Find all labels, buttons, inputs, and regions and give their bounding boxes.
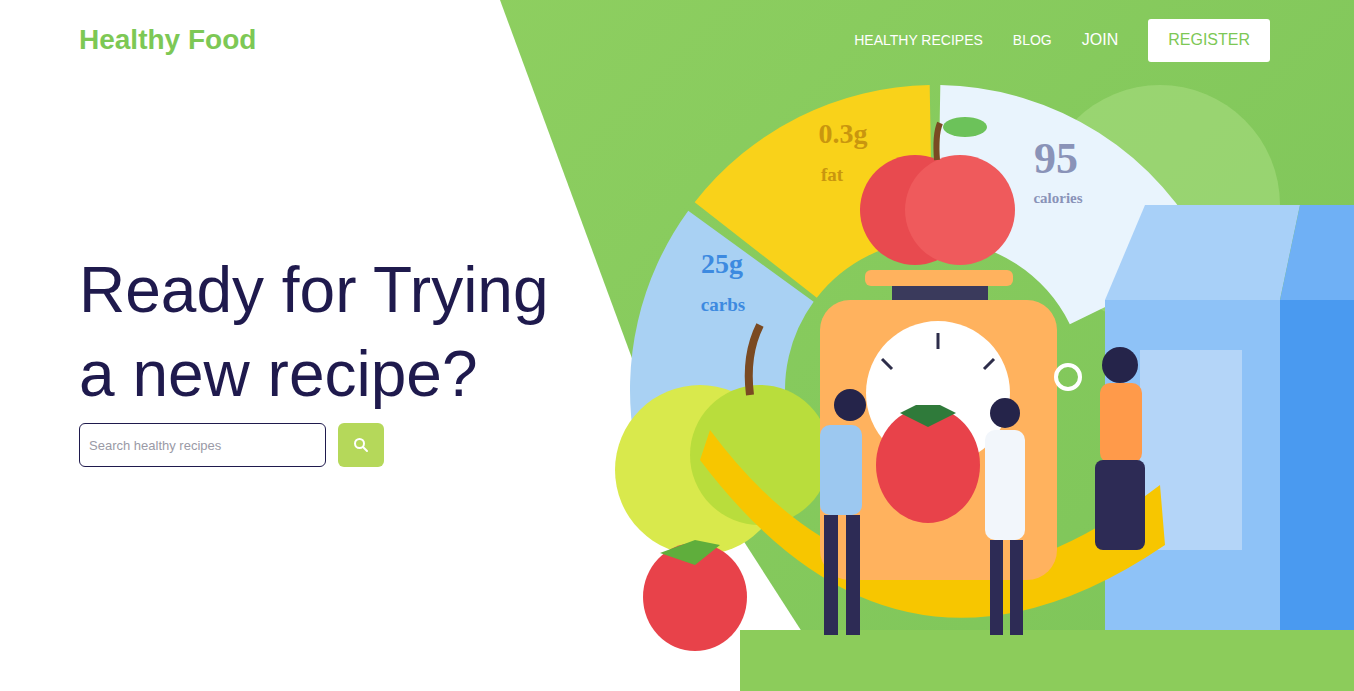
landing-page: 0.3g fat 95 calories 25g carbs Healthy Food HEA… <box>0 0 1354 691</box>
nav-link[interactable]: JOIN <box>1082 31 1118 49</box>
search-icon <box>353 437 369 453</box>
man-figure-icon <box>820 389 866 635</box>
title-line: Ready for Trying <box>79 248 619 332</box>
search-button[interactable] <box>338 423 384 467</box>
sitting-figure-icon <box>1056 347 1145 550</box>
hero-title: Ready for Tryinga new recipe? <box>79 248 619 416</box>
title-line: a new recipe? <box>79 332 619 416</box>
nutrient-value: 95 <box>1034 134 1078 183</box>
small-strawberry-icon <box>643 540 747 651</box>
nav-link[interactable]: BLOG <box>1013 32 1052 48</box>
nutrient-unit: calories <box>1033 190 1082 206</box>
nutrient-value: 25g <box>701 248 743 279</box>
search-input[interactable] <box>79 423 326 467</box>
logo[interactable]: Healthy Food <box>79 24 256 56</box>
register-button[interactable]: REGISTER <box>1148 19 1270 62</box>
nutrient-unit: carbs <box>701 294 745 315</box>
red-apple-icon <box>860 117 1015 265</box>
milk-carton-icon <box>1105 205 1354 630</box>
nutrition-illustration: 0.3g fat 95 calories 25g carbs <box>600 75 1354 691</box>
nutrient-value: 0.3g <box>819 118 868 149</box>
ground <box>740 630 1354 691</box>
strawberry-icon <box>876 405 980 523</box>
green-apple-icon <box>615 325 830 555</box>
top-bar: Healthy Food HEALTHY RECIPES BLOG JOIN REGIS… <box>0 0 1354 80</box>
woman-figure-icon <box>985 398 1025 635</box>
search-bar <box>79 423 619 467</box>
hero: Ready for Tryinga new recipe? <box>0 80 619 467</box>
nutrient-unit: fat <box>821 164 844 185</box>
nav-link[interactable]: HEALTHY RECIPES <box>854 32 983 48</box>
nav-menu: HEALTHY RECIPES BLOG JOIN REGISTER <box>854 19 1270 62</box>
